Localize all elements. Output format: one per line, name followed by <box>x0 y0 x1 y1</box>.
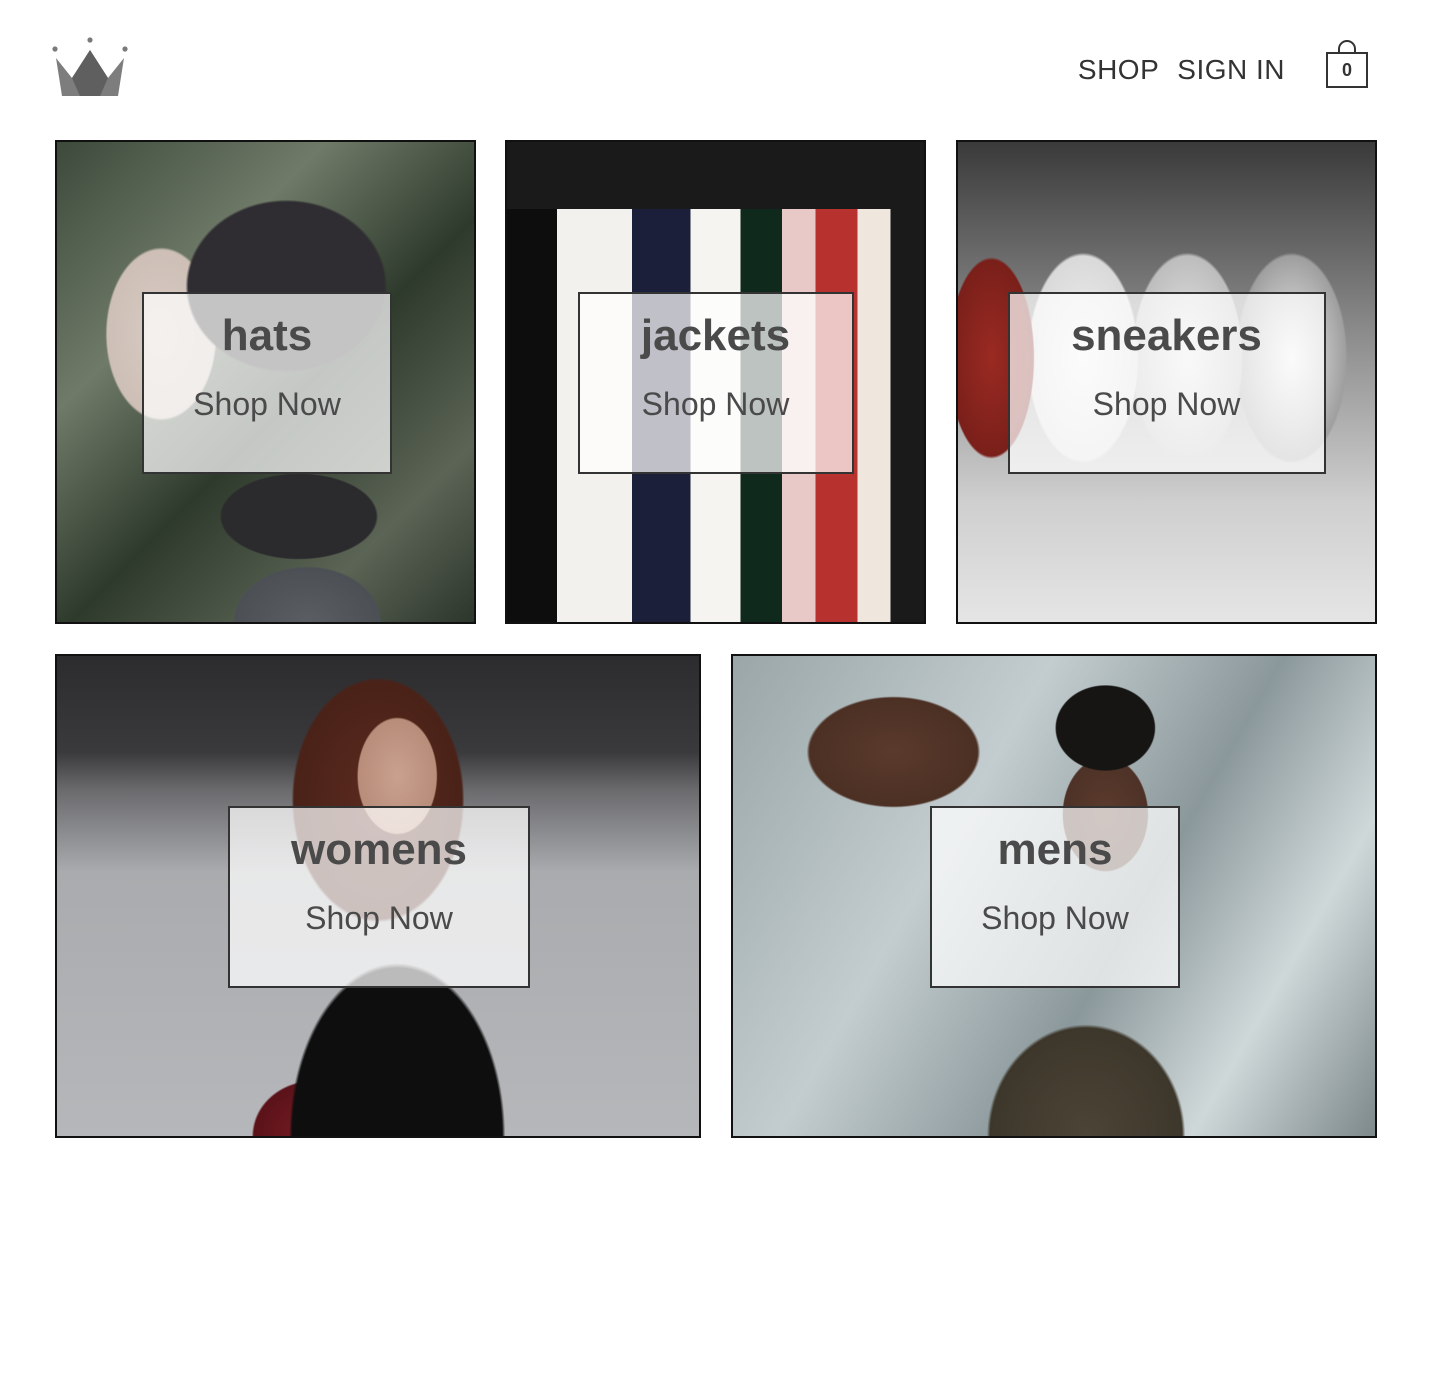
nav-shop-link[interactable]: SHOP <box>1078 52 1159 88</box>
category-tile-hats[interactable]: hats Shop Now <box>55 140 476 624</box>
main-nav: SHOP SIGN IN <box>1078 52 1285 88</box>
shop-now-link[interactable]: Shop Now <box>932 898 1178 938</box>
category-title: jackets <box>640 311 791 360</box>
category-label-box: jackets Shop Now <box>577 292 854 474</box>
category-title: mens <box>997 825 1113 874</box>
category-tile-sneakers[interactable]: sneakers Shop Now <box>956 140 1377 624</box>
category-label-box: mens Shop Now <box>930 806 1180 988</box>
category-title: sneakers <box>1071 311 1262 360</box>
category-label-box: hats Shop Now <box>142 292 392 474</box>
shop-now-link[interactable]: Shop Now <box>1010 384 1324 424</box>
shop-now-link[interactable]: Shop Now <box>580 384 852 424</box>
category-tile-mens[interactable]: mens Shop Now <box>731 654 1377 1138</box>
shop-now-link[interactable]: Shop Now <box>230 898 528 938</box>
nav-sign-in-link[interactable]: SIGN IN <box>1177 52 1285 88</box>
category-tile-jackets[interactable]: jackets Shop Now <box>505 140 926 624</box>
category-label-box: womens Shop Now <box>228 806 530 988</box>
category-tile-womens[interactable]: womens Shop Now <box>55 654 701 1138</box>
crown-icon[interactable] <box>50 36 130 100</box>
site-header: SHOP SIGN IN 0 <box>0 0 1431 120</box>
cart-button[interactable]: 0 <box>1325 40 1369 90</box>
shop-now-link[interactable]: Shop Now <box>144 384 390 424</box>
cart-item-count: 0 <box>1341 60 1352 80</box>
category-label-box: sneakers Shop Now <box>1007 292 1326 474</box>
category-title: womens <box>290 825 468 874</box>
category-title: hats <box>221 311 313 360</box>
